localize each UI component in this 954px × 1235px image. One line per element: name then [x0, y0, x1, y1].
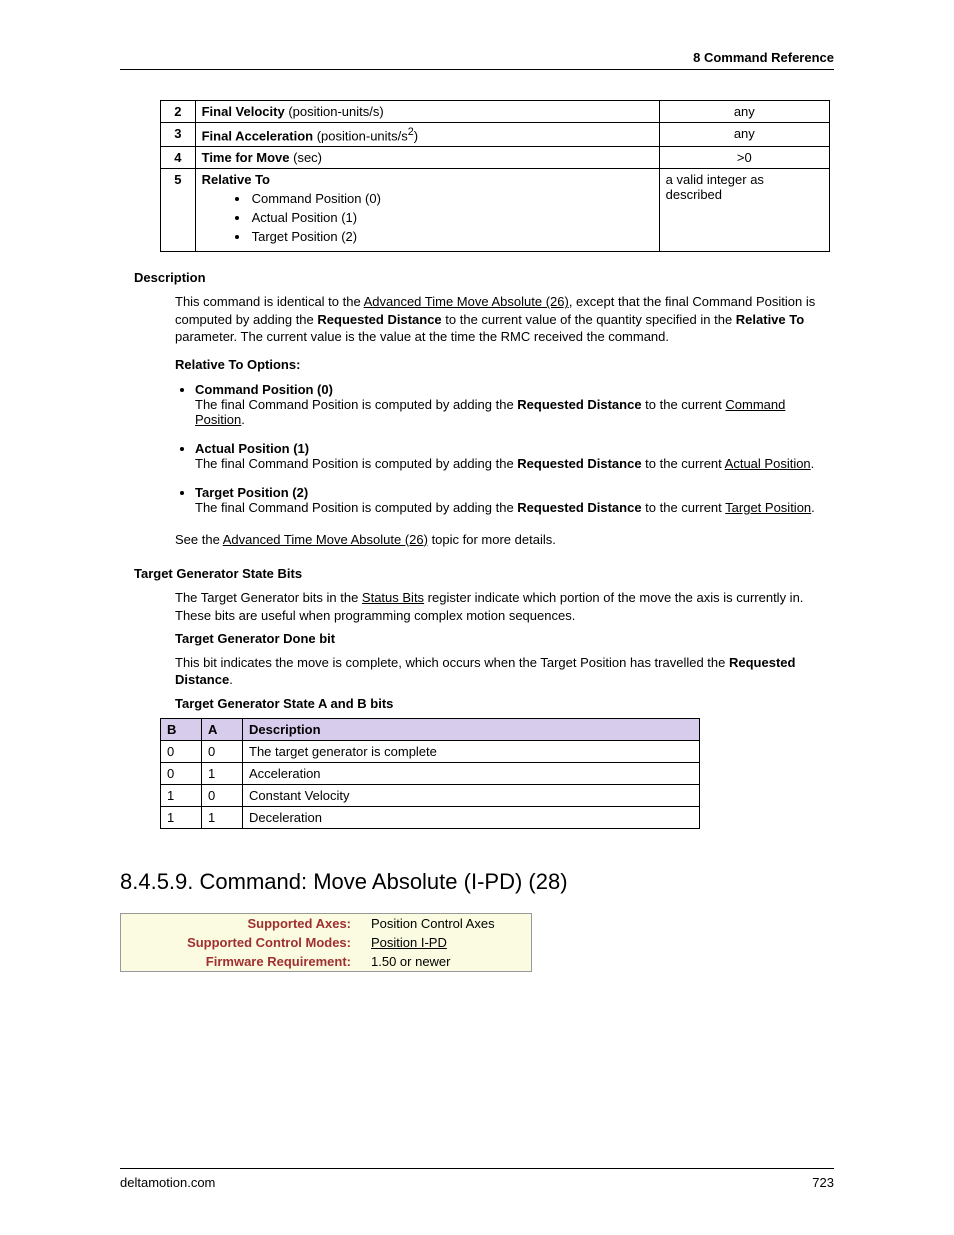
relative-to-options-list: Command Position (0) The final Command P… [175, 382, 824, 515]
param-range: a valid integer as described [659, 169, 829, 252]
table-row: 01Acceleration [161, 763, 700, 785]
list-item: Actual Position (1) The final Command Po… [195, 441, 824, 471]
table-row: 10Constant Velocity [161, 785, 700, 807]
supported-axes-label: Supported Axes: [121, 914, 362, 934]
link-adv-time-move-abs[interactable]: Advanced Time Move Absolute (26) [223, 532, 428, 547]
target-generator-paragraph: The Target Generator bits in the Status … [175, 589, 824, 624]
param-num: 3 [161, 123, 196, 147]
page-footer: deltamotion.com 723 [120, 1168, 834, 1190]
table-row: 2 Final Velocity (position-units/s) any [161, 101, 830, 123]
description-heading: Description [134, 270, 834, 285]
table-row: 3 Final Acceleration (position-units/s2)… [161, 123, 830, 147]
link-target-position[interactable]: Target Position [725, 500, 811, 515]
target-generator-heading: Target Generator State Bits [134, 566, 834, 581]
state-bits-table: B A Description 00The target generator i… [160, 718, 700, 829]
firmware-req-value: 1.50 or newer [361, 952, 532, 972]
list-item: Command Position (0) The final Command P… [195, 382, 824, 427]
col-header-a: A [202, 719, 243, 741]
list-item: Target Position (2) [250, 229, 653, 244]
supported-control-modes-label: Supported Control Modes: [121, 933, 362, 952]
page-header: 8 Command Reference [120, 50, 834, 70]
param-desc: Final Acceleration (position-units/s2) [195, 123, 659, 147]
command-heading: 8.4.5.9. Command: Move Absolute (I-PD) (… [120, 869, 834, 895]
footer-page-number: 723 [812, 1175, 834, 1190]
link-position-ipd[interactable]: Position I-PD [371, 935, 447, 950]
relative-to-options-heading: Relative To Options: [175, 356, 824, 374]
param-range: any [659, 101, 829, 123]
supported-control-modes-value: Position I-PD [361, 933, 532, 952]
col-header-desc: Description [243, 719, 700, 741]
param-desc: Final Velocity (position-units/s) [195, 101, 659, 123]
param-num: 4 [161, 147, 196, 169]
link-actual-position[interactable]: Actual Position [725, 456, 811, 471]
tg-done-heading: Target Generator Done bit [175, 630, 824, 648]
supported-box: Supported Axes: Position Control Axes Su… [120, 913, 532, 972]
param-range: any [659, 123, 829, 147]
list-item: Command Position (0) [250, 191, 653, 206]
param-range: >0 [659, 147, 829, 169]
param-num: 2 [161, 101, 196, 123]
firmware-req-label: Firmware Requirement: [121, 952, 362, 972]
param-desc: Time for Move (sec) [195, 147, 659, 169]
tg-ab-heading: Target Generator State A and B bits [175, 695, 824, 713]
list-item: Target Position (2) The final Command Po… [195, 485, 824, 515]
col-header-b: B [161, 719, 202, 741]
table-row: 5 Relative To Command Position (0) Actua… [161, 169, 830, 252]
footer-site: deltamotion.com [120, 1175, 215, 1190]
param-num: 5 [161, 169, 196, 252]
list-item: Actual Position (1) [250, 210, 653, 225]
description-paragraph: This command is identical to the Advance… [175, 293, 824, 346]
table-row: 00The target generator is complete [161, 741, 700, 763]
parameter-table: 2 Final Velocity (position-units/s) any … [160, 100, 830, 252]
table-row: 4 Time for Move (sec) >0 [161, 147, 830, 169]
link-status-bits[interactable]: Status Bits [362, 590, 424, 605]
tg-done-paragraph: This bit indicates the move is complete,… [175, 654, 824, 689]
link-adv-time-move-abs[interactable]: Advanced Time Move Absolute (26) [364, 294, 569, 309]
param-desc: Relative To Command Position (0) Actual … [195, 169, 659, 252]
see-more: See the Advanced Time Move Absolute (26)… [175, 531, 824, 549]
supported-axes-value: Position Control Axes [361, 914, 532, 934]
table-row: 11Deceleration [161, 807, 700, 829]
